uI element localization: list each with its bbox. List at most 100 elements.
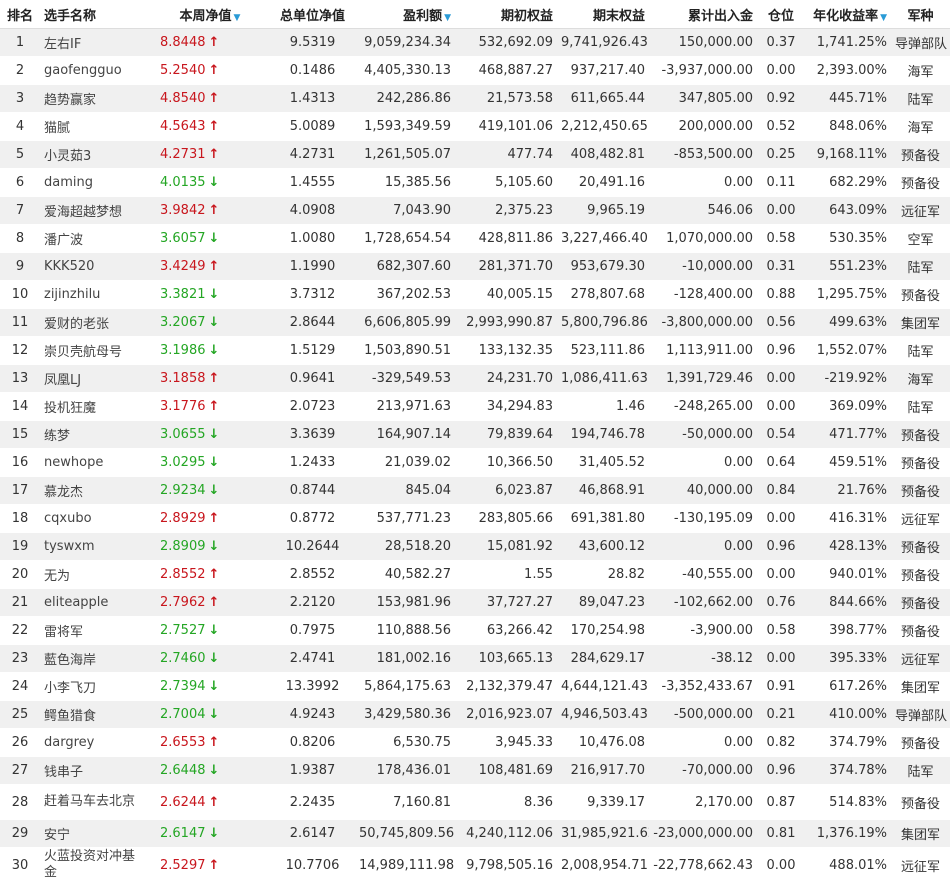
table-row[interactable]: 21 eliteapple 2.7962 ↑ 2.2120 153,981.96 37,72… bbox=[0, 588, 950, 617]
col-total-nav[interactable]: 总单位净值 bbox=[270, 0, 355, 29]
annual-return-cell: 395.33% bbox=[805, 644, 891, 673]
table-row[interactable]: 2 gaofengguo 5.2540 ↑ 0.1486 4,405,330.13 468,… bbox=[0, 56, 950, 85]
profit-cell: 1,728,654.54 bbox=[355, 224, 455, 253]
table-row[interactable]: 20 无为 2.8552 ↑ 2.8552 40,582.27 1.55 28.82 -40,5… bbox=[0, 560, 950, 589]
player-name[interactable]: tyswxm bbox=[40, 532, 150, 561]
position-cell: 0.00 bbox=[757, 847, 805, 883]
col-branch[interactable]: 军种 bbox=[891, 0, 950, 29]
table-row[interactable]: 1 左右IF 8.8448 ↑ 9.5319 9,059,234.34 532,692.09… bbox=[0, 28, 950, 57]
table-row[interactable]: 6 daming 4.0135 ↓ 1.4555 15,385.56 5,105.60 20,… bbox=[0, 168, 950, 197]
col-start-equity[interactable]: 期初权益 bbox=[455, 0, 557, 29]
table-row[interactable]: 17 慕龙杰 2.9234 ↓ 0.8744 845.04 6,023.87 46,868.9… bbox=[0, 476, 950, 505]
player-name[interactable]: 赶着马车去北京 bbox=[40, 784, 150, 820]
player-name[interactable]: 小李飞刀 bbox=[40, 672, 150, 701]
sort-down-icon[interactable]: ▼ bbox=[880, 13, 887, 23]
total-nav-cell: 3.3639 bbox=[270, 420, 355, 449]
table-row[interactable]: 25 鳄鱼猎食 2.7004 ↓ 4.9243 3,429,580.36 2,016,923… bbox=[0, 700, 950, 729]
player-name[interactable]: dargrey bbox=[40, 728, 150, 757]
sort-down-icon[interactable]: ▼ bbox=[234, 13, 241, 23]
col-name[interactable]: 选手名称 bbox=[40, 0, 150, 29]
nav-value: 2.6147 bbox=[160, 826, 206, 841]
col-rank[interactable]: 排名 bbox=[0, 0, 40, 29]
player-name[interactable]: 小灵茹3 bbox=[40, 140, 150, 169]
table-row[interactable]: 9 KKK520 3.4249 ↑ 1.1990 682,307.60 281,371.70… bbox=[0, 252, 950, 281]
table-row[interactable]: 24 小李飞刀 2.7394 ↓ 13.3992 5,864,175.63 2,132,37… bbox=[0, 672, 950, 701]
player-name[interactable]: 凤凰LJ bbox=[40, 364, 150, 393]
end-equity-cell: 1,086,411.63 bbox=[557, 364, 649, 393]
player-name[interactable]: 安宁 bbox=[40, 819, 150, 848]
player-name[interactable]: cqxubo bbox=[40, 504, 150, 533]
arrow-up-icon: ↑ bbox=[208, 511, 220, 526]
end-equity-cell: 611,665.44 bbox=[557, 84, 649, 113]
player-name[interactable]: daming bbox=[40, 168, 150, 197]
branch-cell: 导弹部队 bbox=[891, 28, 950, 57]
player-name[interactable]: 钱串子 bbox=[40, 756, 150, 785]
table-row[interactable]: 14 投机狂魔 3.1776 ↑ 2.0723 213,971.63 34,294.83 1.… bbox=[0, 392, 950, 421]
position-cell: 0.96 bbox=[757, 532, 805, 561]
rank-cell: 17 bbox=[0, 476, 40, 505]
annual-return-cell: 940.01% bbox=[805, 560, 891, 589]
arrow-down-icon: ↓ bbox=[208, 623, 220, 638]
table-row[interactable]: 12 崇贝壳航母号 3.1986 ↓ 1.5129 1,503,890.51 133,132… bbox=[0, 336, 950, 365]
table-row[interactable]: 26 dargrey 2.6553 ↑ 0.8206 6,530.75 3,945.33 10… bbox=[0, 728, 950, 757]
player-name[interactable]: 猫腻 bbox=[40, 112, 150, 141]
table-row[interactable]: 28 赶着马车去北京 2.6244 ↑ 2.2435 7,160.81 8.36 9,339.… bbox=[0, 784, 950, 820]
annual-return-cell: 1,376.19% bbox=[805, 819, 891, 848]
player-name[interactable]: 火蓝投资对冲基金 bbox=[40, 847, 150, 883]
table-row[interactable]: 30 火蓝投资对冲基金 2.5297 ↑ 10.7706 14,989,111.98 9,7… bbox=[0, 847, 950, 883]
player-name[interactable]: zijinzhilu bbox=[40, 280, 150, 309]
sort-down-icon[interactable]: ▼ bbox=[444, 13, 451, 23]
table-row[interactable]: 3 趋势赢家 4.8540 ↑ 1.4313 242,286.86 21,573.58 611… bbox=[0, 84, 950, 113]
cum-flow-cell: -853,500.00 bbox=[649, 140, 757, 169]
table-row[interactable]: 4 猫腻 4.5643 ↑ 5.0089 1,593,349.59 419,101.06 2,… bbox=[0, 112, 950, 141]
profit-cell: 1,503,890.51 bbox=[355, 336, 455, 365]
col-cum-flow[interactable]: 累计出入金 bbox=[649, 0, 757, 29]
position-cell: 0.56 bbox=[757, 308, 805, 337]
position-cell: 0.87 bbox=[757, 784, 805, 820]
player-name[interactable]: 雷将军 bbox=[40, 616, 150, 645]
table-row[interactable]: 22 雷将军 2.7527 ↓ 0.7975 110,888.56 63,266.42 170… bbox=[0, 616, 950, 645]
player-name[interactable]: 爱财的老张 bbox=[40, 308, 150, 337]
arrow-up-icon: ↑ bbox=[208, 147, 220, 162]
player-name[interactable]: newhope bbox=[40, 448, 150, 477]
player-name[interactable]: 鳄鱼猎食 bbox=[40, 700, 150, 729]
col-nav[interactable]: 本周净值 ▼ bbox=[150, 0, 270, 29]
player-name[interactable]: 趋势赢家 bbox=[40, 84, 150, 113]
col-end-equity[interactable]: 期末权益 bbox=[557, 0, 649, 29]
col-annual-label: 年化收益率 bbox=[813, 8, 879, 24]
nav-cell: 3.1986 ↓ bbox=[150, 336, 270, 365]
table-row[interactable]: 27 钱串子 2.6448 ↓ 1.9387 178,436.01 108,481.69 21… bbox=[0, 756, 950, 785]
table-row[interactable]: 8 潘广波 3.6057 ↓ 1.0080 1,728,654.54 428,811.86 3… bbox=[0, 224, 950, 253]
col-profit[interactable]: 盈利额 ▼ bbox=[355, 0, 455, 29]
player-name[interactable]: 爱海超越梦想 bbox=[40, 196, 150, 225]
branch-cell: 远征军 bbox=[891, 504, 950, 533]
player-name[interactable]: 左右IF bbox=[40, 28, 150, 57]
branch-cell: 导弹部队 bbox=[891, 700, 950, 729]
table-row[interactable]: 7 爱海超越梦想 3.9842 ↑ 4.0908 7,043.90 2,375.23 9,96… bbox=[0, 196, 950, 225]
player-name[interactable]: 慕龙杰 bbox=[40, 476, 150, 505]
nav-value: 2.6244 bbox=[160, 794, 206, 810]
col-position[interactable]: 仓位 bbox=[757, 0, 805, 29]
player-name[interactable]: gaofengguo bbox=[40, 56, 150, 85]
player-name[interactable]: 投机狂魔 bbox=[40, 392, 150, 421]
player-name[interactable]: 藍色海岸 bbox=[40, 644, 150, 673]
cum-flow-cell: 40,000.00 bbox=[649, 476, 757, 505]
player-name[interactable]: eliteapple bbox=[40, 588, 150, 617]
table-row[interactable]: 16 newhope 3.0295 ↓ 1.2433 21,039.02 10,366.50… bbox=[0, 448, 950, 477]
table-row[interactable]: 11 爱财的老张 3.2067 ↓ 2.8644 6,606,805.99 2,993,99… bbox=[0, 308, 950, 337]
col-annual-return[interactable]: 年化收益率 ▼ bbox=[805, 0, 891, 29]
table-row[interactable]: 15 练梦 3.0655 ↓ 3.3639 164,907.14 79,839.64 194,… bbox=[0, 420, 950, 449]
table-row[interactable]: 5 小灵茹3 4.2731 ↑ 4.2731 1,261,505.07 477.74 408,… bbox=[0, 140, 950, 169]
player-name[interactable]: 练梦 bbox=[40, 420, 150, 449]
table-row[interactable]: 23 藍色海岸 2.7460 ↓ 2.4741 181,002.16 103,665.13 2… bbox=[0, 644, 950, 673]
end-equity-cell: 43,600.12 bbox=[557, 532, 649, 561]
player-name[interactable]: KKK520 bbox=[40, 252, 150, 281]
table-row[interactable]: 19 tyswxm 2.8909 ↓ 10.2644 28,518.20 15,081.92… bbox=[0, 532, 950, 561]
table-row[interactable]: 18 cqxubo 2.8929 ↑ 0.8772 537,771.23 283,805.6… bbox=[0, 504, 950, 533]
table-row[interactable]: 29 安宁 2.6147 ↓ 2.6147 50,745,809.56 4,240,112.… bbox=[0, 819, 950, 848]
table-row[interactable]: 10 zijinzhilu 3.3821 ↓ 3.7312 367,202.53 40,00… bbox=[0, 280, 950, 309]
player-name[interactable]: 无为 bbox=[40, 560, 150, 589]
player-name[interactable]: 崇贝壳航母号 bbox=[40, 336, 150, 365]
player-name[interactable]: 潘广波 bbox=[40, 224, 150, 253]
table-row[interactable]: 13 凤凰LJ 3.1858 ↑ 0.9641 -329,549.53 24,231.70 1… bbox=[0, 364, 950, 393]
